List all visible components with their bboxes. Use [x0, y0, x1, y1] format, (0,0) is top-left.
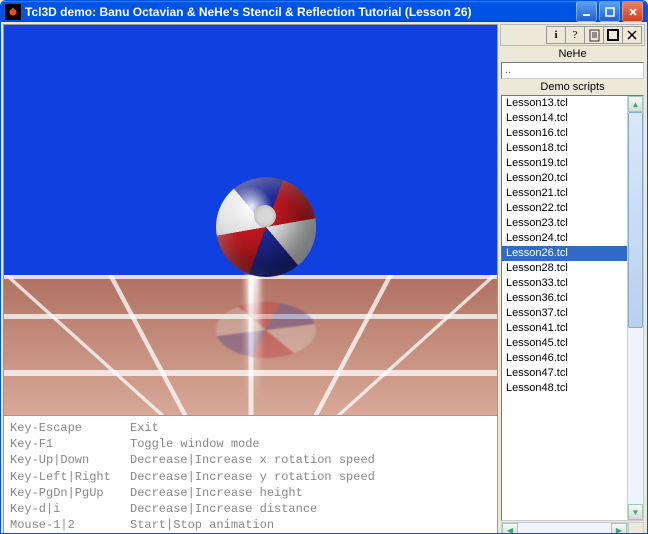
scroll-thumb[interactable] [628, 112, 643, 328]
help-line: Mouse-1|2Start|Stop animation [10, 517, 491, 533]
scroll-track[interactable] [628, 112, 643, 504]
list-header: Demo scripts [500, 79, 645, 95]
titlebar[interactable]: Tcl3D demo: Banu Octavian & NeHe's Stenc… [1, 1, 647, 22]
path-input[interactable]: .. [501, 62, 644, 79]
info-button[interactable]: i [546, 26, 566, 44]
opengl-canvas[interactable] [4, 25, 497, 415]
list-item[interactable]: Lesson36.tcl [502, 291, 627, 306]
list-item[interactable]: Lesson16.tcl [502, 126, 627, 141]
help-line: Key-Left|RightDecrease|Increase y rotati… [10, 469, 491, 485]
ball-reflection [216, 302, 316, 358]
main-row: Key-EscapeExitKey-F1Toggle window modeKe… [1, 22, 647, 534]
scroll-left-button[interactable]: ◀ [502, 523, 518, 534]
minimize-button[interactable] [576, 1, 597, 22]
list-item[interactable]: Lesson45.tcl [502, 336, 627, 351]
list-item[interactable]: Lesson20.tcl [502, 171, 627, 186]
list-item[interactable]: Lesson46.tcl [502, 351, 627, 366]
fullscreen-button[interactable] [603, 26, 623, 44]
scroll-up-button[interactable]: ▲ [628, 96, 643, 112]
help-button[interactable]: ? [565, 26, 585, 44]
list-item[interactable]: Lesson48.tcl [502, 381, 627, 396]
list-item[interactable]: Lesson26.tcl [502, 246, 627, 261]
help-line: Key-EscapeExit [10, 420, 491, 436]
window-title: Tcl3D demo: Banu Octavian & NeHe's Stenc… [25, 5, 576, 19]
side-panel: i ? NeHe .. Demo scripts Lesson13.tclLes… [500, 24, 645, 534]
help-line: Key-F1Toggle window mode [10, 436, 491, 452]
list-item[interactable]: Lesson13.tcl [502, 96, 627, 111]
scroll-corner [628, 522, 644, 534]
doc-button[interactable] [584, 26, 604, 44]
vertical-scrollbar[interactable]: ▲ ▼ [627, 96, 643, 520]
scroll-right-button[interactable]: ▶ [611, 523, 627, 534]
left-panel: Key-EscapeExitKey-F1Toggle window modeKe… [3, 24, 498, 534]
list-item[interactable]: Lesson18.tcl [502, 141, 627, 156]
script-list[interactable]: Lesson13.tclLesson14.tclLesson16.tclLess… [502, 96, 627, 520]
list-item[interactable]: Lesson24.tcl [502, 231, 627, 246]
list-item[interactable]: Lesson33.tcl [502, 276, 627, 291]
list-item[interactable]: Lesson47.tcl [502, 366, 627, 381]
horizontal-scrollbar[interactable]: ◀ ▶ [501, 522, 644, 534]
help-line: Key-d|iDecrease|Increase distance [10, 501, 491, 517]
help-text-panel: Key-EscapeExitKey-F1Toggle window modeKe… [4, 415, 497, 534]
side-toolbar: i ? [500, 24, 645, 46]
list-item[interactable]: Lesson21.tcl [502, 186, 627, 201]
client-area: Key-EscapeExitKey-F1Toggle window modeKe… [1, 22, 647, 534]
maximize-button[interactable] [599, 1, 620, 22]
window-controls [576, 1, 643, 22]
beach-ball [216, 177, 316, 277]
app-window: Tcl3D demo: Banu Octavian & NeHe's Stenc… [0, 0, 648, 534]
list-item[interactable]: Lesson14.tcl [502, 111, 627, 126]
help-line: Key-Up|DownDecrease|Increase x rotation … [10, 452, 491, 468]
scroll-down-button[interactable]: ▼ [628, 504, 643, 520]
list-item[interactable]: Lesson28.tcl [502, 261, 627, 276]
app-icon [5, 4, 21, 20]
help-line: Key-PgDn|PgUpDecrease|Increase height [10, 485, 491, 501]
category-label: NeHe [500, 46, 645, 62]
list-item[interactable]: Lesson23.tcl [502, 216, 627, 231]
script-list-wrap: Lesson13.tclLesson14.tclLesson16.tclLess… [501, 95, 644, 521]
close-button[interactable] [622, 1, 643, 22]
list-item[interactable]: Lesson41.tcl [502, 321, 627, 336]
list-item[interactable]: Lesson22.tcl [502, 201, 627, 216]
list-item[interactable]: Lesson19.tcl [502, 156, 627, 171]
panel-close-button[interactable] [622, 26, 642, 44]
list-item[interactable]: Lesson37.tcl [502, 306, 627, 321]
